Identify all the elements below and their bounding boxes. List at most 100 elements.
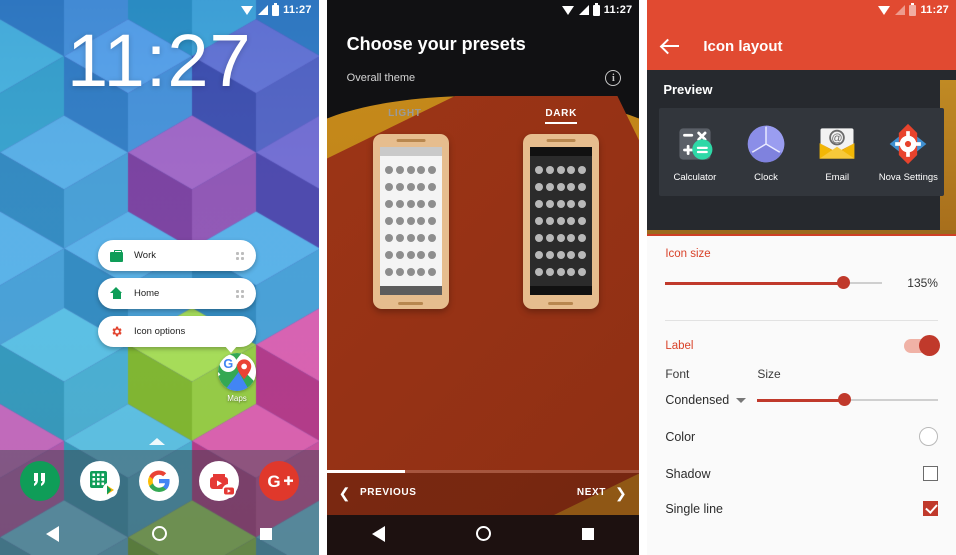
panel-gap — [318, 0, 327, 555]
tab-dark[interactable]: DARK — [483, 108, 639, 124]
mock-statusbar — [379, 147, 442, 156]
drawer-arrow-icon[interactable] — [149, 438, 165, 445]
drag-handle-icon[interactable] — [236, 289, 244, 298]
label-toggle[interactable] — [903, 335, 940, 356]
chevron-left-icon: ❮ — [338, 484, 351, 501]
popup-item-label: Work — [134, 250, 156, 261]
play-store-icon[interactable] — [79, 461, 120, 501]
mock-navbar — [529, 286, 592, 295]
next-button[interactable]: NEXT ❯ — [577, 486, 627, 500]
color-swatch[interactable] — [918, 427, 938, 446]
font-size-headers: Font Size — [665, 367, 938, 381]
preview-label: Clock — [754, 171, 778, 183]
preview-label: Nova Settings — [878, 171, 938, 183]
single-line-checkbox[interactable] — [922, 501, 938, 516]
section-subtitle: Overall theme — [346, 72, 416, 84]
slider-fill — [757, 398, 845, 402]
home-icon[interactable] — [152, 526, 168, 541]
font-row: Condensed — [665, 393, 938, 407]
status-bar-1: 11:27 — [0, 0, 319, 20]
system-navbar-2 — [326, 512, 640, 555]
home-icon — [110, 287, 123, 300]
svg-text:G: G — [223, 357, 233, 371]
popup-item-work[interactable]: Work — [98, 240, 256, 271]
panel-gap — [639, 0, 648, 555]
tab-dark-label: DARK — [545, 108, 578, 124]
google-plus-icon[interactable]: G — [258, 461, 299, 501]
recents-icon[interactable] — [260, 527, 273, 540]
shadow-checkbox[interactable] — [922, 466, 938, 481]
option-row-color[interactable]: Color — [665, 427, 938, 446]
popup-item-icon-options[interactable]: Icon options — [98, 316, 256, 353]
icon-size-title: Icon size — [665, 248, 711, 260]
font-size-slider[interactable] — [757, 393, 938, 406]
slider-thumb[interactable] — [838, 393, 852, 406]
signal-icon — [894, 5, 906, 15]
tab-light[interactable]: LIGHT — [327, 108, 483, 124]
phone-screenshot-icon-layout: Icon layout 11:27 Preview Calculator Clo… — [647, 0, 956, 555]
wizard-footer: ❮ PREVIOUS NEXT ❯ — [326, 473, 640, 512]
mock-icon-grid — [380, 156, 442, 286]
clock-icon — [744, 122, 788, 166]
preview-label: Calculator — [673, 171, 717, 183]
popup-item-home[interactable]: Home — [98, 278, 256, 309]
phone-screenshot-presets: 11:27 Choose your presets Overall theme … — [326, 0, 640, 555]
slider-thumb[interactable] — [836, 276, 850, 289]
option-row-single-line[interactable]: Single line — [665, 501, 938, 516]
calculator-icon — [673, 122, 717, 166]
mock-navbar — [379, 286, 442, 295]
font-selected-value: Condensed — [665, 393, 730, 407]
mock-statusbar — [529, 147, 592, 156]
preview-item-email[interactable]: @ Email — [804, 122, 870, 183]
wifi-icon — [241, 5, 254, 15]
back-icon[interactable] — [372, 525, 386, 542]
wifi-icon — [878, 5, 891, 15]
icon-size-slider[interactable] — [665, 276, 882, 289]
speaker-grille — [546, 139, 576, 142]
preview-item-calculator[interactable]: Calculator — [662, 122, 728, 183]
option-label: Shadow — [665, 466, 711, 481]
status-time: 11:27 — [920, 4, 949, 16]
status-bar-2: 11:27 — [327, 0, 640, 20]
youtube-icon[interactable] — [199, 461, 240, 501]
font-dropdown[interactable]: Condensed — [665, 393, 757, 407]
home-icon[interactable] — [475, 526, 491, 541]
google-search-icon[interactable] — [139, 461, 180, 501]
label-row: Label — [665, 335, 940, 356]
option-label: Color — [665, 429, 696, 444]
hangouts-icon[interactable] — [19, 461, 60, 501]
svg-text:G: G — [267, 472, 280, 491]
settings-list: Icon size 135% Label Font Size Condensed — [647, 236, 956, 555]
status-bar-3: 11:27 — [647, 0, 956, 20]
phone-mockup-dark[interactable] — [522, 134, 599, 309]
google-maps-icon[interactable]: G — [218, 353, 256, 391]
preview-item-nova-settings[interactable]: Nova Settings — [875, 122, 941, 183]
back-arrow-icon[interactable] — [661, 36, 681, 56]
back-icon[interactable] — [46, 525, 60, 542]
recents-icon[interactable] — [581, 527, 594, 540]
popup-item-label: Home — [134, 288, 160, 299]
phone-mockup-light[interactable] — [372, 134, 449, 309]
tab-light-label: LIGHT — [388, 108, 422, 119]
page-title: Choose your presets — [346, 34, 526, 54]
label-title: Label — [665, 340, 694, 352]
option-label: Single line — [665, 501, 723, 516]
phone-screenshot-home: 11:27 11:27 Work Home Icon options G Map… — [0, 0, 319, 555]
preview-section: Preview Calculator Clock @ Email Nova Se… — [647, 70, 956, 230]
option-row-shadow[interactable]: Shadow — [665, 466, 938, 481]
preview-heading: Preview — [663, 82, 713, 97]
chevron-right-icon: ❯ — [614, 484, 628, 501]
preview-item-clock[interactable]: Clock — [733, 122, 799, 183]
system-navbar-1 — [0, 512, 319, 555]
dock: G — [0, 450, 319, 555]
drag-handle-icon[interactable] — [236, 251, 244, 260]
previous-button[interactable]: ❮ PREVIOUS — [339, 486, 417, 500]
chevron-down-icon — [736, 397, 747, 403]
divider — [665, 320, 938, 321]
popup-item-label: Icon options — [134, 326, 186, 337]
battery-icon — [592, 2, 600, 16]
email-icon: @ — [815, 122, 859, 166]
icon-size-value: 135% — [907, 276, 938, 290]
home-button — [397, 302, 424, 305]
battery-icon — [909, 2, 917, 16]
